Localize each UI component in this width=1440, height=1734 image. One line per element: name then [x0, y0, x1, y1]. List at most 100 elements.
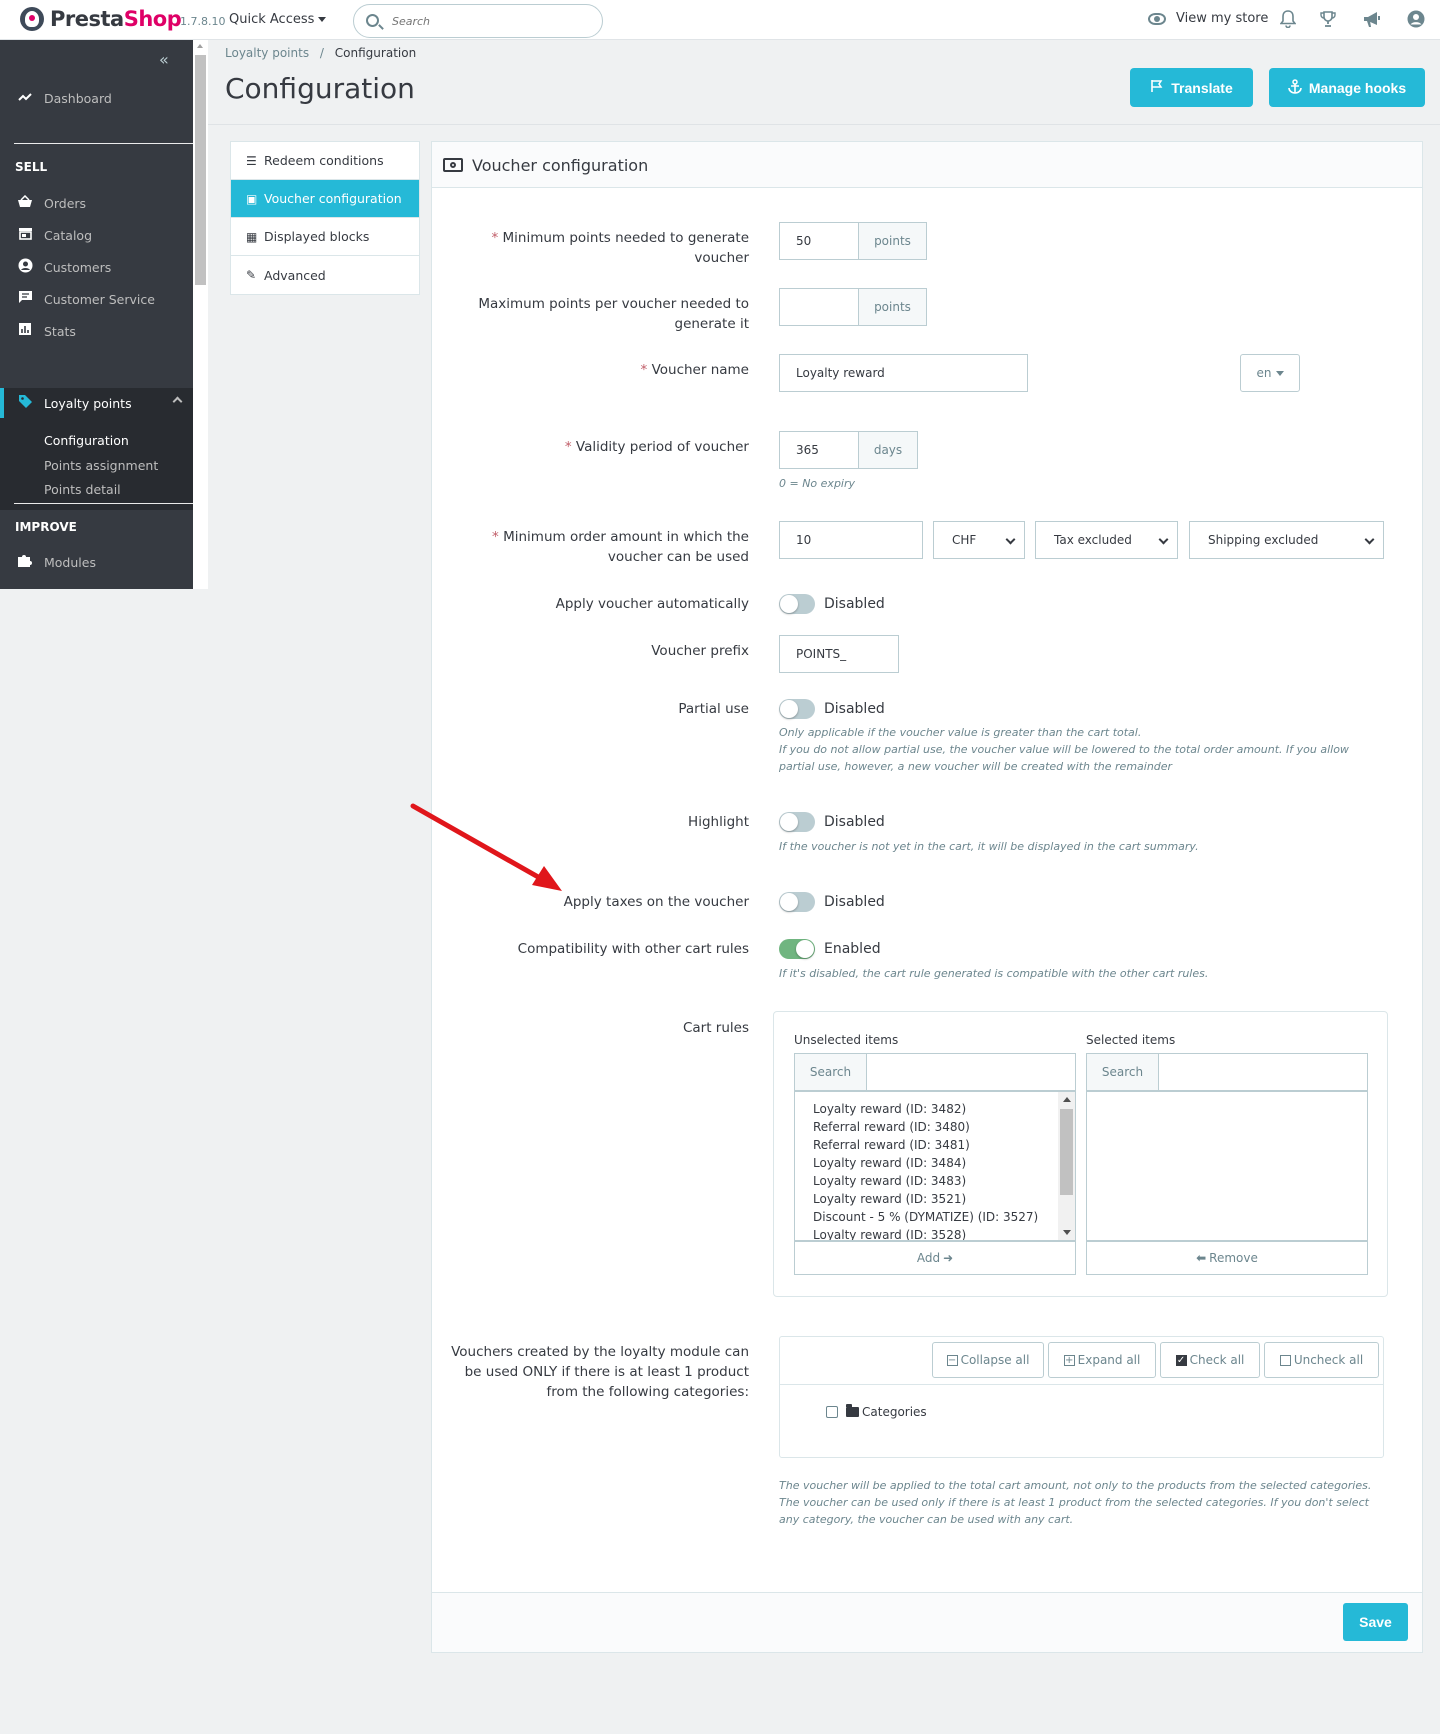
partial-use-switch[interactable] [779, 699, 815, 719]
apply-auto-switch[interactable] [779, 594, 815, 614]
header-search-input[interactable] [392, 11, 592, 31]
currency-select[interactable]: CHF [933, 521, 1025, 559]
list-item[interactable]: Referral reward (ID: 3480) [795, 1118, 1075, 1136]
top-header: PrestaShop 1.7.8.10 Quick Access View my… [0, 0, 1440, 40]
sidebar-item-loyalty-points[interactable]: Loyalty points [0, 388, 193, 418]
red-arrow-annotation [410, 803, 562, 891]
chat-icon [15, 290, 35, 308]
scrollbar-thumb[interactable] [195, 55, 206, 285]
prestashop-logo[interactable]: PrestaShop [20, 7, 182, 31]
trending-up-icon [15, 90, 35, 106]
magic-wand-icon: ✎ [246, 268, 257, 282]
collapse-all-button[interactable]: − Collapse all [932, 1342, 1044, 1378]
basket-icon [15, 194, 35, 212]
sidebar-scrollbar[interactable] [193, 40, 208, 589]
sidebar-item-dashboard[interactable]: Dashboard [0, 85, 193, 111]
list-scrollbar[interactable] [1058, 1092, 1075, 1240]
compatibility-switch[interactable] [779, 939, 815, 959]
selected-search[interactable]: Search [1086, 1053, 1368, 1091]
sidebar-item-orders[interactable]: Orders [0, 190, 193, 216]
sidebar-item-stats[interactable]: Stats [0, 318, 193, 344]
quick-access-dropdown[interactable]: Quick Access [229, 12, 327, 27]
cart-rules-swap: Unselected items Selected items Search S… [773, 1011, 1388, 1297]
submenu-points-detail[interactable]: Points detail [44, 482, 121, 497]
loyalty-submenu: Configuration Points assignment Points d… [0, 418, 193, 510]
remove-button[interactable]: ⬅ Remove [1086, 1241, 1368, 1275]
points-addon: points [858, 288, 927, 326]
validity-input[interactable]: 365 [779, 431, 859, 469]
collapse-sidebar-icon[interactable]: « [159, 50, 169, 69]
translate-button[interactable]: Translate [1130, 68, 1253, 107]
sidebar-item-customers[interactable]: Customers [0, 254, 193, 280]
list-item[interactable]: Loyalty reward (ID: 3482) [795, 1100, 1075, 1118]
breadcrumb-separator: / [319, 46, 324, 60]
list-item[interactable]: Discount - 5 % (DYMATIZE) (ID: 3527) [795, 1208, 1075, 1226]
sidebar-label: Orders [44, 195, 87, 211]
sidebar-item-customer-service[interactable]: Customer Service [0, 286, 193, 312]
panel-footer: Save [432, 1592, 1422, 1652]
highlight-state: Disabled [824, 814, 885, 830]
page-header-border [208, 124, 1440, 125]
uncheck-all-button[interactable]: Uncheck all [1264, 1342, 1379, 1378]
header-search[interactable] [353, 4, 603, 38]
unselected-list[interactable]: Loyalty reward (ID: 3482) Referral rewar… [794, 1091, 1076, 1241]
store-icon [15, 227, 35, 244]
megaphone-icon[interactable] [1362, 10, 1382, 30]
eye-icon [1148, 12, 1166, 25]
max-points-input[interactable] [779, 288, 859, 326]
chevron-down-icon [1364, 534, 1375, 545]
tree-toolbar: − Collapse all + Expand all ✓ Check all Unc… [780, 1337, 1383, 1385]
min-order-input[interactable]: 10 [779, 521, 923, 559]
sidebar-item-catalog[interactable]: Catalog [0, 222, 193, 248]
list-item[interactable]: Loyalty reward (ID: 3521) [795, 1190, 1075, 1208]
trophy-icon[interactable] [1318, 10, 1338, 30]
caret-down-icon [1275, 370, 1284, 376]
view-store-link[interactable]: View my store [1148, 11, 1268, 26]
language-dropdown[interactable]: en [1240, 354, 1300, 392]
bell-icon[interactable] [1278, 10, 1298, 30]
submenu-points-assignment[interactable]: Points assignment [44, 458, 158, 473]
compatibility-help: If it's disabled, the cart rule generate… [779, 967, 1209, 980]
apply-auto-state: Disabled [824, 596, 885, 612]
unselected-search[interactable]: Search [794, 1053, 1076, 1091]
unselected-label: Unselected items [794, 1033, 899, 1047]
submenu-configuration[interactable]: Configuration [44, 433, 129, 448]
breadcrumb: Loyalty points / Configuration [225, 46, 416, 60]
expand-all-button[interactable]: + Expand all [1048, 1342, 1156, 1378]
save-button[interactable]: Save [1343, 1603, 1408, 1641]
voucher-prefix-input[interactable]: POINTS_ [779, 635, 899, 673]
add-button[interactable]: Add ➜ [794, 1241, 1076, 1275]
list-item[interactable]: Loyalty reward (ID: 3528) [795, 1226, 1075, 1240]
points-addon: points [858, 222, 927, 260]
account-icon[interactable] [1406, 10, 1426, 30]
plus-square-icon: + [1063, 1354, 1075, 1366]
voucher-name-input[interactable]: Loyalty reward [779, 354, 1028, 392]
sidebar: « Dashboard SELL Orders Catalog Customer… [0, 40, 193, 589]
sidebar-item-modules[interactable]: Modules [0, 549, 193, 575]
tab-voucher-configuration[interactable]: ▣ Voucher configuration [231, 180, 419, 218]
categories-checkbox[interactable] [826, 1406, 838, 1418]
apply-taxes-state: Disabled [824, 894, 885, 910]
shipping-select[interactable]: Shipping excluded [1189, 521, 1384, 559]
config-tabs: ☰ Redeem conditions ▣ Voucher configuratio… [230, 141, 420, 295]
tax-select[interactable]: Tax excluded [1035, 521, 1178, 559]
min-points-input[interactable]: 50 [779, 222, 859, 260]
tab-displayed-blocks[interactable]: ▦ Displayed blocks [231, 218, 419, 256]
sidebar-label: Catalog [44, 227, 93, 243]
chevron-down-icon [1005, 534, 1016, 545]
selected-list[interactable] [1086, 1091, 1368, 1241]
panel-title: Voucher configuration [472, 156, 649, 175]
check-all-button[interactable]: ✓ Check all [1160, 1342, 1260, 1378]
apply-taxes-switch[interactable] [779, 892, 815, 912]
breadcrumb-parent[interactable]: Loyalty points [225, 46, 309, 60]
list-item[interactable]: Loyalty reward (ID: 3483) [795, 1172, 1075, 1190]
tab-advanced[interactable]: ✎ Advanced [231, 256, 419, 294]
categories-root[interactable]: Categories [862, 1405, 927, 1419]
manage-hooks-button[interactable]: Manage hooks [1269, 68, 1425, 107]
validity-help: 0 = No expiry [779, 477, 856, 490]
list-item[interactable]: Loyalty reward (ID: 3484) [795, 1154, 1075, 1172]
list-item[interactable]: Referral reward (ID: 3481) [795, 1136, 1075, 1154]
tab-redeem-conditions[interactable]: ☰ Redeem conditions [231, 142, 419, 180]
highlight-switch[interactable] [779, 812, 815, 832]
user-circle-icon [15, 258, 35, 277]
